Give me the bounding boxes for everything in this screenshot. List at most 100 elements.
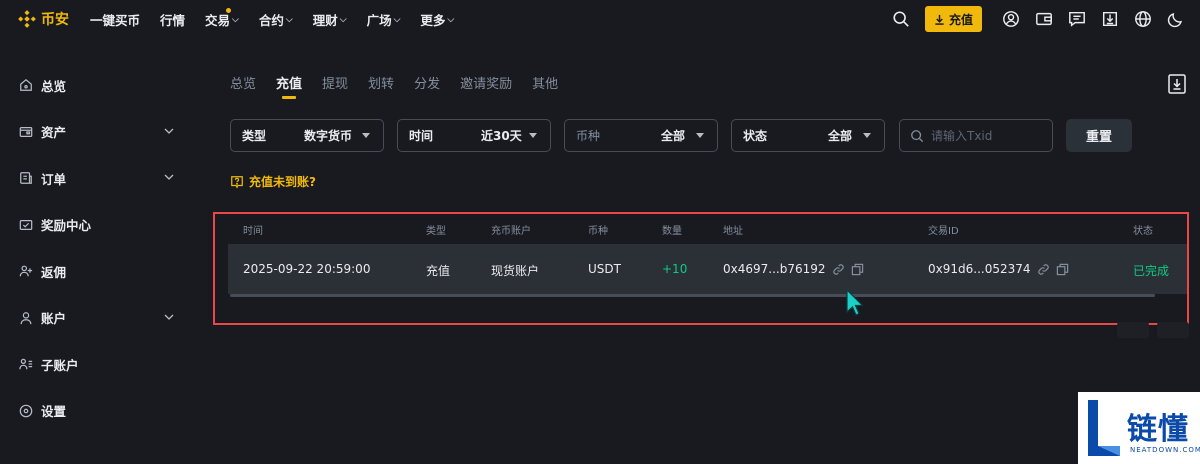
coin-filter-label: 币种 (576, 129, 601, 143)
order-icon (20, 172, 32, 185)
nav-item-label: 理财 (312, 13, 338, 28)
coin-filter-select[interactable]: 币种 全部 (564, 119, 718, 152)
account-icon (20, 311, 32, 324)
subaccount-icon (19, 359, 33, 370)
search-icon (911, 129, 924, 142)
nav-item-trade[interactable]: 交易 ⌵ (205, 8, 239, 29)
time-filter-select[interactable]: 时间 近30天 (397, 119, 551, 152)
message-icon[interactable] (1067, 9, 1087, 29)
tab-transfer[interactable]: 划转 (368, 73, 394, 99)
notification-dot (225, 8, 231, 13)
copy-icon[interactable] (851, 263, 864, 276)
sidebar-item-label: 资产 (41, 125, 67, 141)
moon-icon[interactable] (1166, 9, 1186, 29)
sidebar-item-overview[interactable]: 总览 (0, 62, 200, 109)
globe-icon[interactable] (1133, 9, 1153, 29)
chevron-down-icon: ⌵ (339, 14, 347, 25)
brand-logo[interactable]: 币安 (18, 9, 69, 29)
sidebar-item-label: 子账户 (41, 357, 79, 373)
type-filter-value: 数字货币 (304, 129, 353, 143)
type-filter-label: 类型 (242, 129, 267, 143)
horizontal-scrollbar[interactable] (230, 294, 1155, 297)
referral-icon (19, 265, 33, 277)
nav-item-futures[interactable]: 合约 ⌵ (259, 10, 293, 29)
status-filter-select[interactable]: 状态 全部 (731, 119, 885, 152)
sidebar-item-label: 返佣 (41, 264, 67, 280)
tab-distribution[interactable]: 分发 (414, 73, 440, 99)
link-icon[interactable] (832, 263, 845, 276)
column-header-amount: 数量 (662, 226, 682, 237)
nav-item-more[interactable]: 更多 ⌵ (420, 10, 454, 29)
nav-item-label: 行情 (160, 13, 186, 28)
nav-item-quick-buy[interactable]: 一键买币 (90, 10, 140, 29)
row-coin: USDT (588, 262, 621, 276)
watermark-subtext: NEATDOWN.COM (1130, 446, 1200, 454)
nav-item-label: 广场 (366, 13, 392, 28)
time-filter-label: 时间 (409, 129, 434, 143)
sidebar-item-account[interactable]: 账户 (0, 295, 200, 342)
watermark-logo-icon (1088, 400, 1120, 456)
deposit-not-arrived-link[interactable]: 充值未到账? (230, 173, 316, 190)
chevron-down-icon: ⌵ (232, 14, 239, 25)
chevron-down-icon: ⌵ (393, 14, 401, 25)
tab-overview[interactable]: 总览 (230, 73, 256, 99)
table-row[interactable]: 2025-09-22 20:59:00 充值 现货账户 USDT +10 0x4… (228, 244, 1188, 294)
status-filter-label: 状态 (743, 129, 768, 143)
sidebar-item-settings[interactable]: 设置 (0, 388, 200, 435)
tab-invite-rewards[interactable]: 邀请奖励 (460, 73, 512, 99)
type-filter-select[interactable]: 类型 数字货币 (230, 119, 384, 152)
sidebar-item-orders[interactable]: 订单 (0, 155, 200, 202)
deposit-history-table: 时间 类型 充币账户 币种 数量 地址 交易ID 状态 2025-09-22 2… (228, 212, 1188, 312)
nav-item-label: 更多 (420, 13, 446, 28)
pagination-next[interactable] (1157, 322, 1189, 338)
question-bubble-icon (231, 175, 243, 189)
deposit-button[interactable]: 充值 (924, 6, 982, 32)
mouse-cursor-icon (846, 288, 864, 316)
search-icon[interactable] (891, 9, 911, 29)
row-account: 现货账户 (491, 264, 540, 278)
chevron-down-icon (164, 128, 174, 134)
nav-item-markets[interactable]: 行情 (160, 10, 185, 29)
chevron-down-icon (164, 314, 174, 320)
sidebar-item-rewards[interactable]: 奖励中心 (0, 202, 200, 249)
pagination-prev[interactable] (1117, 322, 1149, 338)
reset-button[interactable]: 重置 (1066, 119, 1132, 152)
sidebar-item-referral[interactable]: 返佣 (0, 248, 200, 295)
tab-withdraw[interactable]: 提现 (322, 73, 348, 99)
status-filter-value: 全部 (828, 129, 853, 143)
txid-search[interactable] (899, 119, 1053, 152)
column-header-status: 状态 (1133, 226, 1153, 237)
row-txid: 0x91d6...052374 (928, 262, 1069, 276)
tab-deposit[interactable]: 充值 (276, 73, 302, 99)
sidebar-item-label: 账户 (41, 311, 67, 327)
reward-icon (19, 219, 33, 230)
export-download-icon[interactable] (1167, 73, 1187, 95)
row-time: 2025-09-22 20:59:00 (243, 262, 371, 276)
download-arrow-icon (935, 14, 944, 25)
sidebar-item-label: 奖励中心 (41, 218, 92, 234)
coin-filter-value: 全部 (661, 129, 686, 143)
row-address-text[interactable]: 0x4697...b76192 (723, 262, 826, 276)
sidebar-item-subaccount[interactable]: 子账户 (0, 341, 200, 388)
wallet-icon[interactable] (1034, 9, 1054, 29)
txid-search-input[interactable] (931, 128, 1041, 143)
link-icon[interactable] (1037, 263, 1050, 276)
column-header-account: 充币账户 (491, 226, 531, 237)
time-filter-value: 近30天 (481, 129, 522, 143)
tab-other[interactable]: 其他 (532, 73, 558, 99)
sidebar-item-assets[interactable]: 资产 (0, 109, 200, 156)
binance-logo-icon (18, 10, 36, 28)
nav-item-earn[interactable]: 理财 ⌵ (313, 10, 347, 29)
row-status: 已完成 (1133, 264, 1170, 278)
chevron-down-icon: ⌵ (285, 14, 293, 25)
download-icon[interactable] (1100, 9, 1120, 29)
column-header-txid: 交易ID (928, 226, 959, 237)
row-txid-text[interactable]: 0x91d6...052374 (928, 262, 1031, 276)
deposit-button-label: 充值 (948, 12, 973, 27)
watermark-text: 链懂 (1127, 412, 1189, 447)
home-icon (20, 79, 32, 92)
user-icon[interactable] (1001, 9, 1021, 29)
nav-item-square[interactable]: 广场 ⌵ (367, 10, 401, 29)
brand-name: 币安 (41, 12, 69, 28)
copy-icon[interactable] (1056, 263, 1069, 276)
